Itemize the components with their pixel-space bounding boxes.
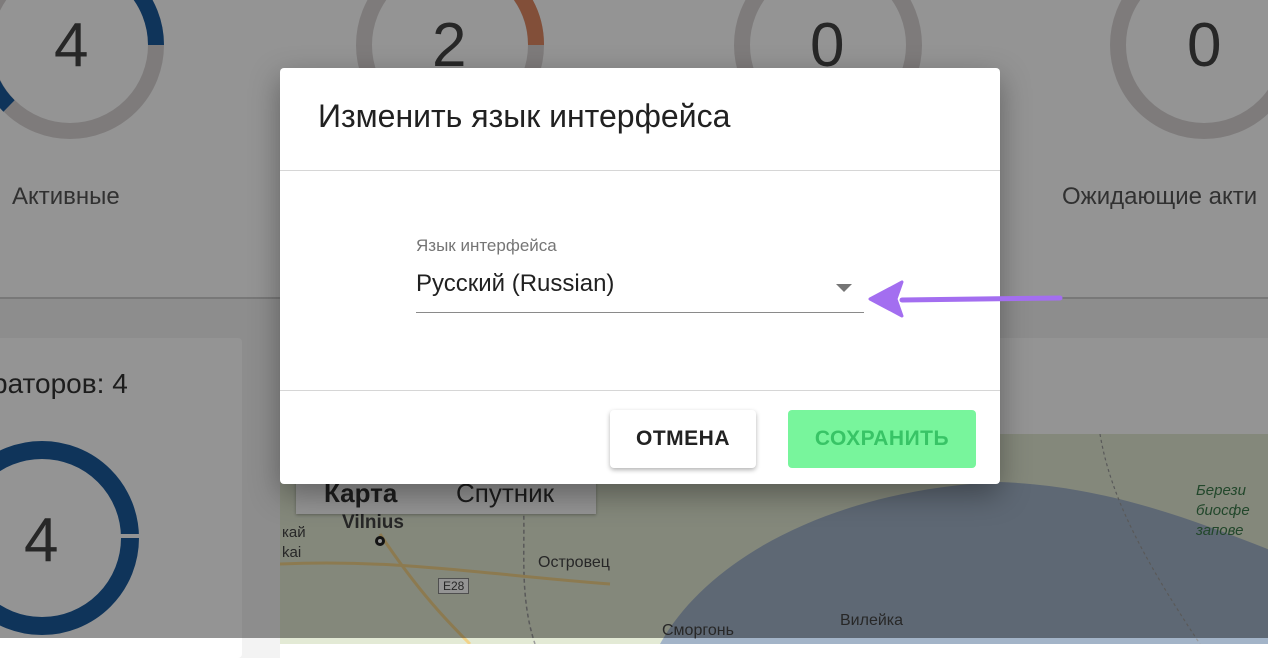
change-language-dialog: Изменить язык интерфейса Язык интерфейса… xyxy=(280,68,1000,484)
dialog-title: Изменить язык интерфейса xyxy=(318,98,731,134)
dialog-footer-divider xyxy=(280,390,1000,391)
save-button[interactable]: СОХРАНИТЬ xyxy=(788,410,976,468)
language-select-value: Русский (Russian) xyxy=(416,270,615,297)
language-field-label: Язык интерфейса xyxy=(416,236,557,255)
dialog-header-divider xyxy=(280,170,1000,171)
dropdown-caret-icon[interactable] xyxy=(836,284,852,292)
annotation-arrow-icon xyxy=(868,280,1063,318)
language-select[interactable]: Русский (Russian) xyxy=(416,262,864,313)
cancel-button[interactable]: ОТМЕНА xyxy=(610,410,756,468)
